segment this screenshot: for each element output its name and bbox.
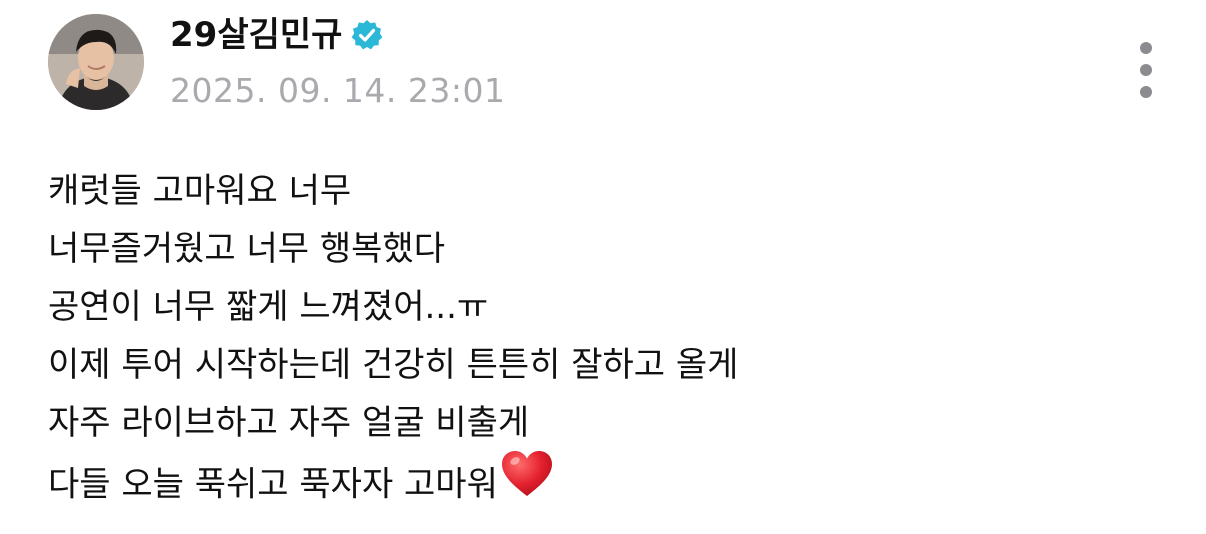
more-options-button[interactable] [1130, 38, 1162, 102]
ellipsis-dot [1140, 64, 1152, 76]
author-header[interactable]: 29살김민규 [170, 12, 384, 58]
ellipsis-dot [1140, 86, 1152, 98]
post-text-line: 자주 라이브하고 자주 얼굴 비출게 [48, 403, 530, 443]
red-heart-icon [500, 449, 554, 517]
post-text-line: 이제 투어 시작하는데 건강히 튼튼히 잘하고 올게 [48, 345, 739, 385]
post-timestamp: 2025. 09. 14. 23:01 [170, 71, 506, 110]
avatar-photo [48, 14, 144, 110]
post-card: 29살김민규 2025. 09. 14. 23:01 캐럿들 고마워요 너무 너… [0, 0, 1206, 534]
post-text-line-last: 다들 오늘 푹쉬고 푹자자 고마워 [48, 451, 1168, 510]
vertical-ellipsis-icon [1140, 42, 1152, 54]
post-text-line: 캐럿들 고마워요 너무 [48, 171, 352, 211]
post-text-line: 너무즐거웠고 너무 행복했다 [48, 229, 445, 269]
avatar[interactable] [48, 14, 144, 110]
post-text-line: 공연이 너무 짧게 느껴졌어...ㅠ [48, 287, 489, 327]
post-body: 캐럿들 고마워요 너무 너무즐거웠고 너무 행복했다 공연이 너무 짧게 느껴졌… [48, 162, 1168, 510]
verified-badge-icon [350, 18, 384, 52]
post-text-line: 다들 오늘 푹쉬고 푹자자 고마워 [48, 464, 498, 505]
author-name[interactable]: 29살김민규 [170, 12, 342, 58]
